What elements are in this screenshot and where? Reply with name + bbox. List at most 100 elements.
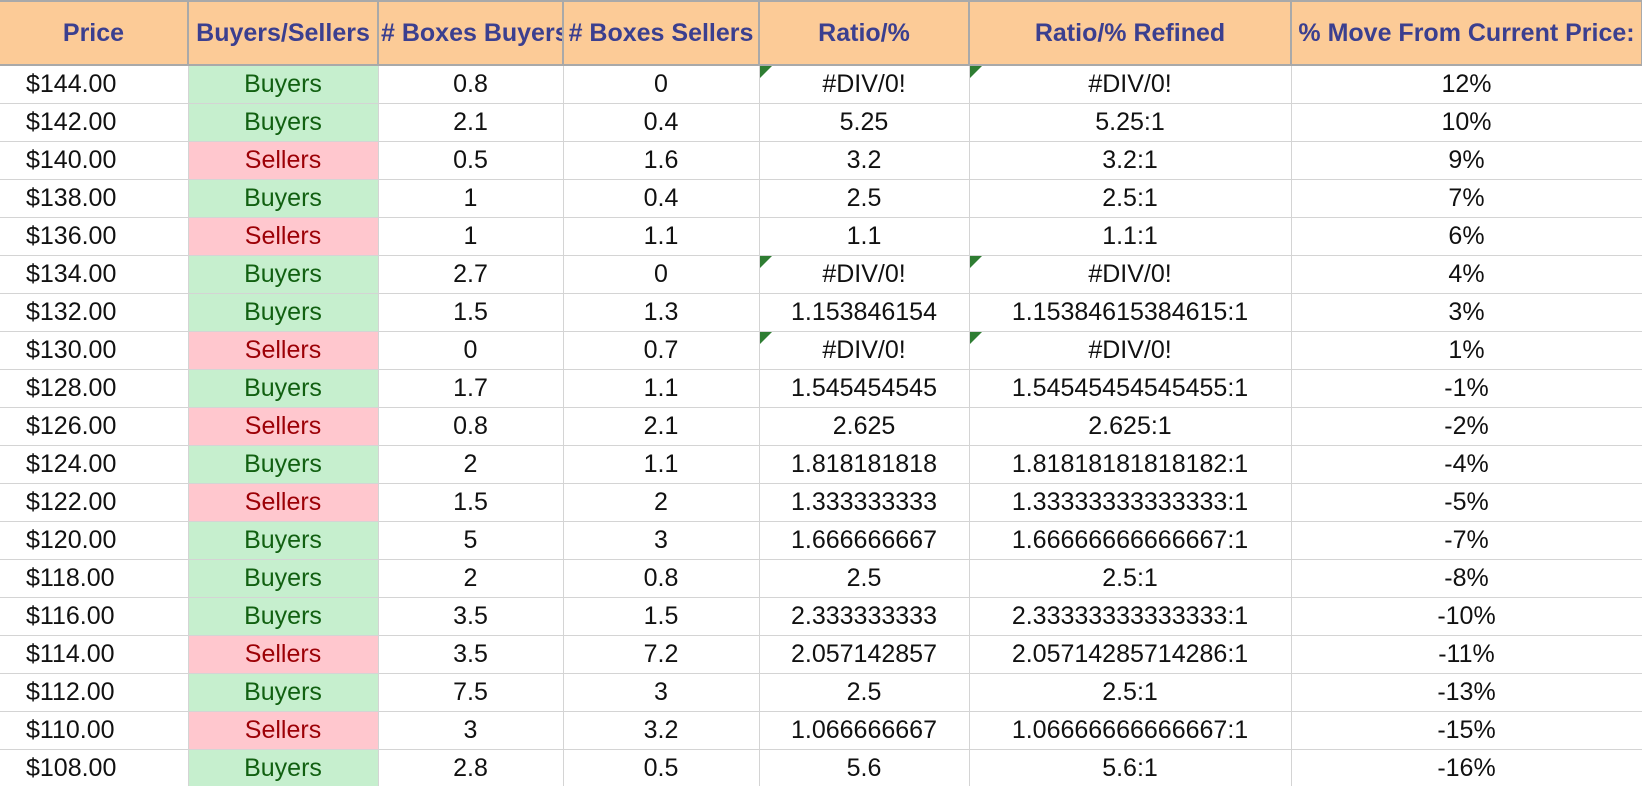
boxes-sellers-cell[interactable]: 1.3	[563, 293, 760, 332]
header-cell-buyers-sellers[interactable]: Buyers/Sellers	[188, 0, 379, 66]
price-cell[interactable]: $136.00	[0, 217, 189, 256]
boxes-buyers-cell[interactable]: 0	[378, 331, 564, 370]
boxes-buyers-cell[interactable]: 5	[378, 521, 564, 560]
ratio-cell[interactable]: 3.2	[759, 141, 970, 180]
ratio-cell[interactable]: 2.5	[759, 559, 970, 598]
error-indicator-icon[interactable]	[759, 332, 772, 344]
boxes-buyers-cell[interactable]: 2	[378, 559, 564, 598]
ratio-cell[interactable]: #DIV/0!	[759, 331, 970, 370]
boxes-sellers-cell[interactable]: 3	[563, 521, 760, 560]
boxes-buyers-cell[interactable]: 2.1	[378, 103, 564, 142]
price-cell[interactable]: $140.00	[0, 141, 189, 180]
header-cell-ratio-refined[interactable]: Ratio/% Refined	[969, 0, 1292, 66]
ratio-cell[interactable]: 5.6	[759, 749, 970, 786]
percent-move-cell[interactable]: 3%	[1291, 293, 1642, 332]
buyers-sellers-cell[interactable]: Buyers	[188, 559, 379, 598]
ratio-refined-cell[interactable]: 3.2:1	[969, 141, 1292, 180]
percent-move-cell[interactable]: 4%	[1291, 255, 1642, 294]
buyers-sellers-cell[interactable]: Buyers	[188, 103, 379, 142]
boxes-buyers-cell[interactable]: 1.5	[378, 293, 564, 332]
percent-move-cell[interactable]: 10%	[1291, 103, 1642, 142]
price-cell[interactable]: $120.00	[0, 521, 189, 560]
ratio-cell[interactable]: 1.153846154	[759, 293, 970, 332]
price-cell[interactable]: $116.00	[0, 597, 189, 636]
boxes-sellers-cell[interactable]: 0	[563, 65, 760, 104]
ratio-refined-cell[interactable]: #DIV/0!	[969, 331, 1292, 370]
ratio-refined-cell[interactable]: #DIV/0!	[969, 65, 1292, 104]
price-cell[interactable]: $126.00	[0, 407, 189, 446]
ratio-refined-cell[interactable]: 2.5:1	[969, 673, 1292, 712]
ratio-cell[interactable]: 2.5	[759, 179, 970, 218]
ratio-refined-cell[interactable]: 2.5:1	[969, 179, 1292, 218]
boxes-sellers-cell[interactable]: 1.1	[563, 217, 760, 256]
boxes-buyers-cell[interactable]: 0.8	[378, 65, 564, 104]
header-cell-percent-move[interactable]: % Move From Current Price:	[1291, 0, 1642, 66]
percent-move-cell[interactable]: 12%	[1291, 65, 1642, 104]
ratio-refined-cell[interactable]: 2.05714285714286:1	[969, 635, 1292, 674]
error-indicator-icon[interactable]	[759, 66, 772, 78]
boxes-buyers-cell[interactable]: 2.7	[378, 255, 564, 294]
ratio-cell[interactable]: 1.545454545	[759, 369, 970, 408]
ratio-refined-cell[interactable]: 1.81818181818182:1	[969, 445, 1292, 484]
boxes-sellers-cell[interactable]: 1.1	[563, 369, 760, 408]
price-cell[interactable]: $110.00	[0, 711, 189, 750]
boxes-sellers-cell[interactable]: 1.5	[563, 597, 760, 636]
boxes-sellers-cell[interactable]: 7.2	[563, 635, 760, 674]
percent-move-cell[interactable]: -4%	[1291, 445, 1642, 484]
price-cell[interactable]: $134.00	[0, 255, 189, 294]
ratio-cell[interactable]: 2.057142857	[759, 635, 970, 674]
price-cell[interactable]: $130.00	[0, 331, 189, 370]
buyers-sellers-cell[interactable]: Sellers	[188, 331, 379, 370]
buyers-sellers-cell[interactable]: Buyers	[188, 597, 379, 636]
boxes-sellers-cell[interactable]: 1.6	[563, 141, 760, 180]
boxes-buyers-cell[interactable]: 0.8	[378, 407, 564, 446]
price-cell[interactable]: $124.00	[0, 445, 189, 484]
buyers-sellers-cell[interactable]: Sellers	[188, 711, 379, 750]
ratio-refined-cell[interactable]: #DIV/0!	[969, 255, 1292, 294]
ratio-refined-cell[interactable]: 1.54545454545455:1	[969, 369, 1292, 408]
percent-move-cell[interactable]: -1%	[1291, 369, 1642, 408]
buyers-sellers-cell[interactable]: Buyers	[188, 179, 379, 218]
percent-move-cell[interactable]: -16%	[1291, 749, 1642, 786]
price-cell[interactable]: $108.00	[0, 749, 189, 786]
header-cell-price[interactable]: Price	[0, 0, 189, 66]
boxes-sellers-cell[interactable]: 2	[563, 483, 760, 522]
boxes-sellers-cell[interactable]: 0.7	[563, 331, 760, 370]
ratio-cell[interactable]: 2.5	[759, 673, 970, 712]
buyers-sellers-cell[interactable]: Sellers	[188, 141, 379, 180]
ratio-refined-cell[interactable]: 1.06666666666667:1	[969, 711, 1292, 750]
boxes-buyers-cell[interactable]: 1	[378, 217, 564, 256]
boxes-buyers-cell[interactable]: 2	[378, 445, 564, 484]
price-cell[interactable]: $142.00	[0, 103, 189, 142]
buyers-sellers-cell[interactable]: Buyers	[188, 369, 379, 408]
header-cell-boxes-sellers[interactable]: # Boxes Sellers	[563, 0, 760, 66]
buyers-sellers-cell[interactable]: Buyers	[188, 445, 379, 484]
price-cell[interactable]: $138.00	[0, 179, 189, 218]
error-indicator-icon[interactable]	[969, 256, 982, 268]
boxes-sellers-cell[interactable]: 3	[563, 673, 760, 712]
percent-move-cell[interactable]: -2%	[1291, 407, 1642, 446]
percent-move-cell[interactable]: -7%	[1291, 521, 1642, 560]
error-indicator-icon[interactable]	[969, 332, 982, 344]
percent-move-cell[interactable]: -15%	[1291, 711, 1642, 750]
boxes-sellers-cell[interactable]: 0.4	[563, 179, 760, 218]
ratio-cell[interactable]: 1.1	[759, 217, 970, 256]
buyers-sellers-cell[interactable]: Sellers	[188, 217, 379, 256]
boxes-buyers-cell[interactable]: 3	[378, 711, 564, 750]
price-cell[interactable]: $132.00	[0, 293, 189, 332]
ratio-refined-cell[interactable]: 5.25:1	[969, 103, 1292, 142]
buyers-sellers-cell[interactable]: Sellers	[188, 407, 379, 446]
ratio-cell[interactable]: 1.066666667	[759, 711, 970, 750]
header-cell-ratio[interactable]: Ratio/%	[759, 0, 970, 66]
ratio-refined-cell[interactable]: 1.33333333333333:1	[969, 483, 1292, 522]
boxes-buyers-cell[interactable]: 0.5	[378, 141, 564, 180]
boxes-sellers-cell[interactable]: 2.1	[563, 407, 760, 446]
ratio-cell[interactable]: 1.666666667	[759, 521, 970, 560]
ratio-cell[interactable]: 1.333333333	[759, 483, 970, 522]
ratio-refined-cell[interactable]: 1.1:1	[969, 217, 1292, 256]
ratio-cell[interactable]: 5.25	[759, 103, 970, 142]
price-cell[interactable]: $128.00	[0, 369, 189, 408]
price-cell[interactable]: $144.00	[0, 65, 189, 104]
buyers-sellers-cell[interactable]: Buyers	[188, 749, 379, 786]
ratio-refined-cell[interactable]: 1.66666666666667:1	[969, 521, 1292, 560]
